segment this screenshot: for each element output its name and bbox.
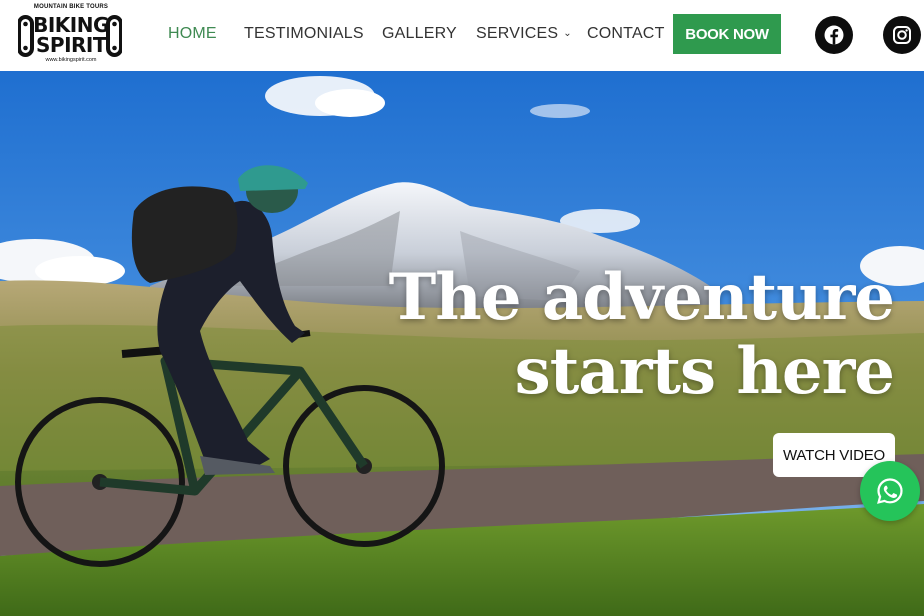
- nav-services[interactable]: SERVICES ⌄: [476, 24, 572, 44]
- biking-spirit-logo[interactable]: MOUNTAIN BIKE TOURS BIKING SPIRIT www.bi…: [17, 4, 123, 66]
- instagram-icon[interactable]: [883, 16, 921, 54]
- hero-headline-line1: The adventure: [388, 260, 895, 335]
- hero-headline: The adventure starts here: [388, 260, 895, 409]
- nav-testimonials[interactable]: TESTIMONIALS: [244, 24, 364, 44]
- hero-headline-line2: starts here: [514, 334, 895, 409]
- logo-chain-mark: BIKING SPIRIT: [17, 13, 123, 59]
- site-header: MOUNTAIN BIKE TOURS BIKING SPIRIT www.bi…: [0, 0, 924, 71]
- logo-url: www.bikingspirit.com: [45, 57, 97, 63]
- logo-word-biking: BIKING: [33, 13, 109, 37]
- nav-home[interactable]: HOME: [168, 24, 217, 44]
- logo-word-spirit: SPIRIT: [36, 33, 107, 57]
- whatsapp-icon[interactable]: [860, 461, 920, 521]
- hero-banner: The adventure starts here WATCH VIDEO: [0, 71, 924, 616]
- chevron-down-icon: ⌄: [563, 28, 572, 39]
- nav-services-label: SERVICES: [476, 25, 559, 42]
- nav-contact[interactable]: CONTACT: [587, 24, 665, 44]
- book-now-button[interactable]: BOOK NOW: [673, 14, 781, 54]
- nav-gallery[interactable]: GALLERY: [382, 24, 457, 44]
- facebook-icon[interactable]: [815, 16, 853, 54]
- logo-tagline: MOUNTAIN BIKE TOURS: [33, 4, 109, 10]
